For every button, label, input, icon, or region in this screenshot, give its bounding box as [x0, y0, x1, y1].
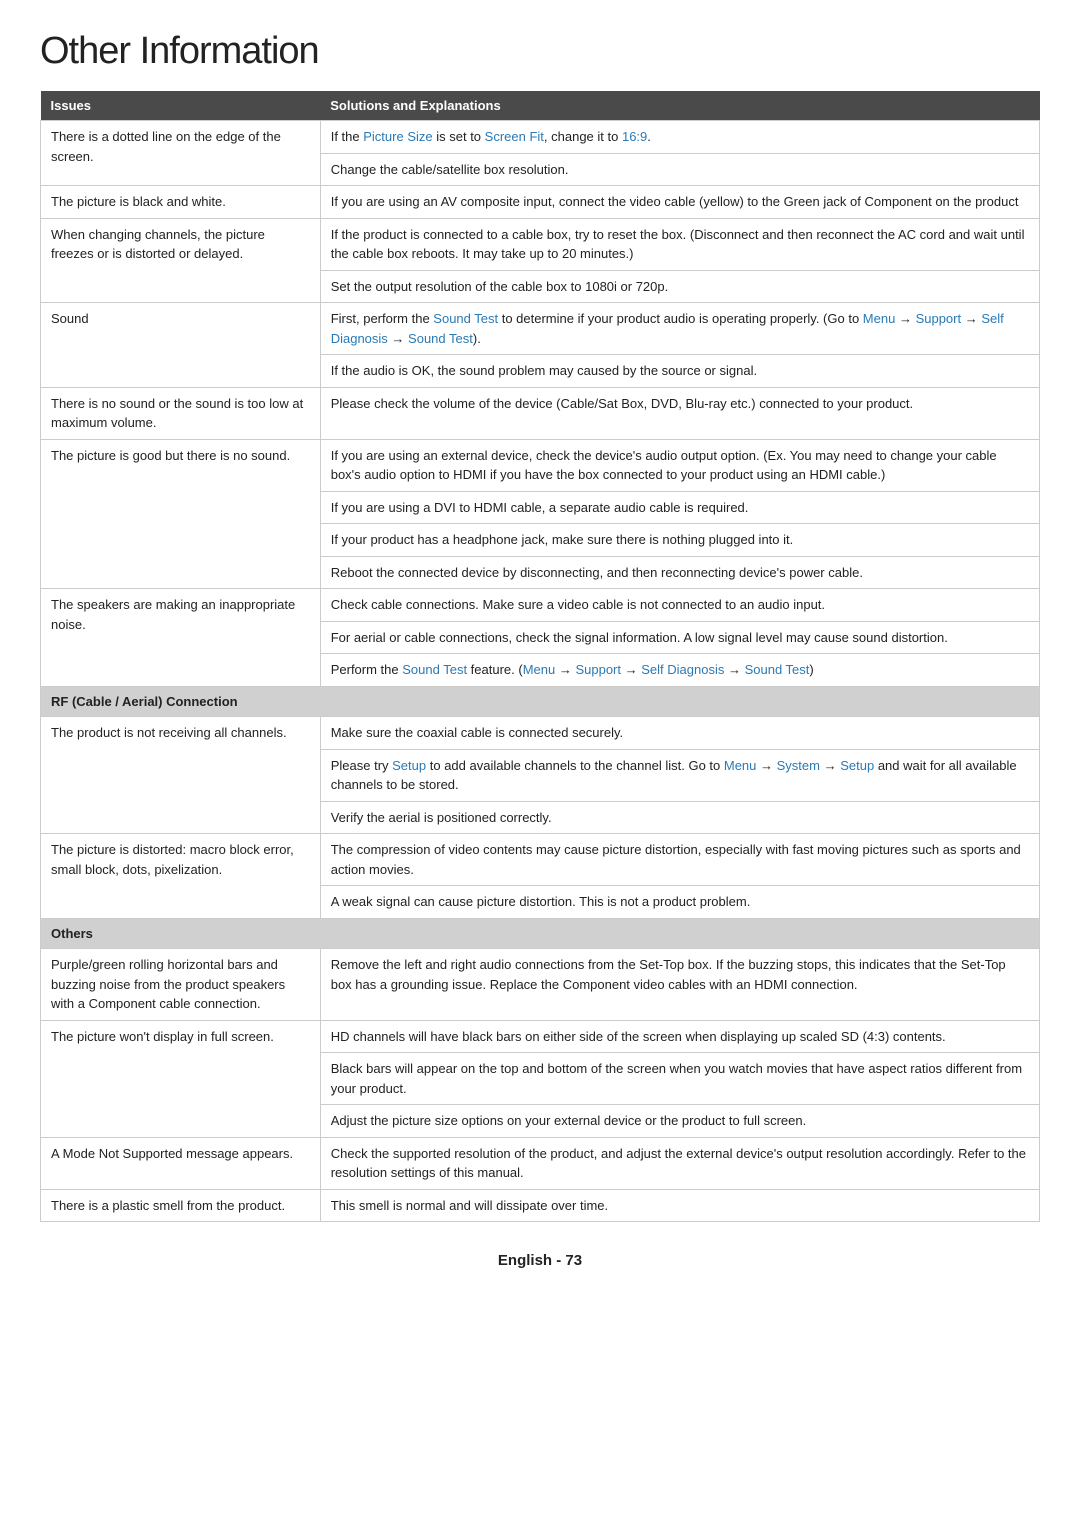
table-row: There is a dotted line on the edge of th…: [41, 121, 1040, 154]
solution-cell: If you are using a DVI to HDMI cable, a …: [320, 491, 1039, 524]
table-row: The picture is black and white.If you ar…: [41, 186, 1040, 219]
table-row: The picture is good but there is no soun…: [41, 439, 1040, 491]
table-row: A Mode Not Supported message appears.Che…: [41, 1137, 1040, 1189]
issue-cell: The picture is black and white.: [41, 186, 321, 219]
solution-cell: Please check the volume of the device (C…: [320, 387, 1039, 439]
issue-cell: The picture is distorted: macro block er…: [41, 834, 321, 919]
solution-cell: For aerial or cable connections, check t…: [320, 621, 1039, 654]
section-label: RF (Cable / Aerial) Connection: [41, 686, 1040, 717]
solution-cell: If you are using an AV composite input, …: [320, 186, 1039, 219]
solution-cell: Black bars will appear on the top and bo…: [320, 1053, 1039, 1105]
section-header-row: Others: [41, 918, 1040, 949]
table-row: Purple/green rolling horizontal bars and…: [41, 949, 1040, 1021]
issue-cell: Purple/green rolling horizontal bars and…: [41, 949, 321, 1021]
issue-cell: There is a plastic smell from the produc…: [41, 1189, 321, 1222]
solution-cell: Change the cable/satellite box resolutio…: [320, 153, 1039, 186]
table-row: When changing channels, the picture free…: [41, 218, 1040, 270]
table-row: The picture is distorted: macro block er…: [41, 834, 1040, 886]
solution-cell: Set the output resolution of the cable b…: [320, 270, 1039, 303]
solution-cell: Please try Setup to add available channe…: [320, 749, 1039, 801]
solution-cell: If the product is connected to a cable b…: [320, 218, 1039, 270]
issue-cell: There is a dotted line on the edge of th…: [41, 121, 321, 186]
solution-cell: If your product has a headphone jack, ma…: [320, 524, 1039, 557]
issue-cell: Sound: [41, 303, 321, 388]
solution-cell: Remove the left and right audio connecti…: [320, 949, 1039, 1021]
main-table: Issues Solutions and Explanations There …: [40, 91, 1040, 1222]
section-label: Others: [41, 918, 1040, 949]
solution-cell: The compression of video contents may ca…: [320, 834, 1039, 886]
solution-cell: Reboot the connected device by disconnec…: [320, 556, 1039, 589]
solution-cell: Check the supported resolution of the pr…: [320, 1137, 1039, 1189]
solution-cell: Adjust the picture size options on your …: [320, 1105, 1039, 1138]
solution-cell: If the audio is OK, the sound problem ma…: [320, 355, 1039, 388]
table-row: There is a plastic smell from the produc…: [41, 1189, 1040, 1222]
section-header-row: RF (Cable / Aerial) Connection: [41, 686, 1040, 717]
solution-cell: This smell is normal and will dissipate …: [320, 1189, 1039, 1222]
table-row: There is no sound or the sound is too lo…: [41, 387, 1040, 439]
table-row: The speakers are making an inappropriate…: [41, 589, 1040, 622]
solution-cell: Make sure the coaxial cable is connected…: [320, 717, 1039, 750]
issue-cell: A Mode Not Supported message appears.: [41, 1137, 321, 1189]
table-row: SoundFirst, perform the Sound Test to de…: [41, 303, 1040, 355]
issue-cell: There is no sound or the sound is too lo…: [41, 387, 321, 439]
table-row: The product is not receiving all channel…: [41, 717, 1040, 750]
solution-cell: First, perform the Sound Test to determi…: [320, 303, 1039, 355]
solution-cell: HD channels will have black bars on eith…: [320, 1020, 1039, 1053]
issue-cell: The picture is good but there is no soun…: [41, 439, 321, 589]
solution-cell: A weak signal can cause picture distorti…: [320, 886, 1039, 919]
solution-cell: If you are using an external device, che…: [320, 439, 1039, 491]
issue-cell: The product is not receiving all channel…: [41, 717, 321, 834]
issue-cell: When changing channels, the picture free…: [41, 218, 321, 303]
page-footer: English - 73: [40, 1252, 1040, 1269]
solution-cell: If the Picture Size is set to Screen Fit…: [320, 121, 1039, 154]
issue-cell: The picture won't display in full screen…: [41, 1020, 321, 1137]
col-header-issues: Issues: [41, 91, 321, 121]
solution-cell: Perform the Sound Test feature. (Menu → …: [320, 654, 1039, 687]
page-title: Other Information: [40, 30, 1040, 73]
solution-cell: Check cable connections. Make sure a vid…: [320, 589, 1039, 622]
col-header-solutions: Solutions and Explanations: [320, 91, 1039, 121]
issue-cell: The speakers are making an inappropriate…: [41, 589, 321, 687]
table-row: The picture won't display in full screen…: [41, 1020, 1040, 1053]
solution-cell: Verify the aerial is positioned correctl…: [320, 801, 1039, 834]
